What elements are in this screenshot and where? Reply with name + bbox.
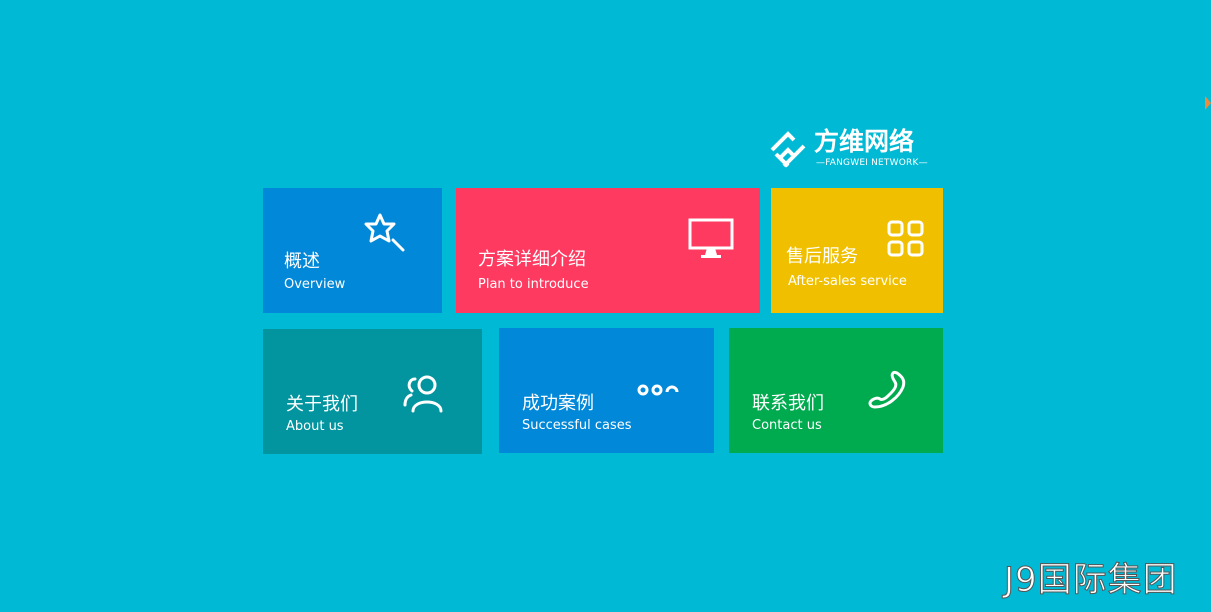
tile-contact-us[interactable]: 联系我们 Contact us [729, 328, 943, 453]
tile-subtitle: About us [286, 419, 344, 434]
tile-title: 关于我们 [286, 394, 358, 415]
tile-title: 联系我们 [752, 393, 824, 414]
grid-apps-icon [887, 220, 924, 257]
dots-icon [637, 384, 679, 396]
page: 方维网络 —FANGWEI NETWORK— 概述 Overview 方案详细介… [0, 0, 1211, 612]
tile-subtitle: Plan to introduce [478, 277, 589, 292]
tile-about-us[interactable]: 关于我们 About us [263, 329, 482, 454]
tile-subtitle: After-sales service [788, 274, 907, 289]
tile-after-sales[interactable]: 售后服务 After-sales service [771, 188, 943, 313]
tile-title: 概述 [284, 251, 320, 272]
tile-overview[interactable]: 概述 Overview [263, 188, 442, 313]
watermark-text: J9国际集团 [1004, 560, 1178, 601]
phone-icon [868, 370, 906, 409]
brand-name-cn: 方维网络 [814, 127, 915, 156]
tile-subtitle: Overview [284, 277, 346, 292]
brand-name-en: —FANGWEI NETWORK— [816, 158, 928, 168]
logo-mark-icon [770, 131, 806, 168]
star-magnifier-icon [364, 213, 405, 252]
tile-title: 方案详细介绍 [478, 249, 586, 270]
tile-title: 售后服务 [786, 246, 858, 267]
tile-successful-cases[interactable]: 成功案例 Successful cases [499, 328, 714, 453]
users-icon [403, 375, 443, 413]
monitor-icon [688, 218, 734, 258]
tile-subtitle: Successful cases [522, 418, 632, 433]
tile-plan[interactable]: 方案详细介绍 Plan to introduce [456, 188, 760, 313]
tile-subtitle: Contact us [752, 418, 822, 433]
tile-title: 成功案例 [522, 393, 594, 414]
corner-arrow-icon [1205, 96, 1211, 110]
brand-logo[interactable]: 方维网络 —FANGWEI NETWORK— [768, 127, 946, 172]
